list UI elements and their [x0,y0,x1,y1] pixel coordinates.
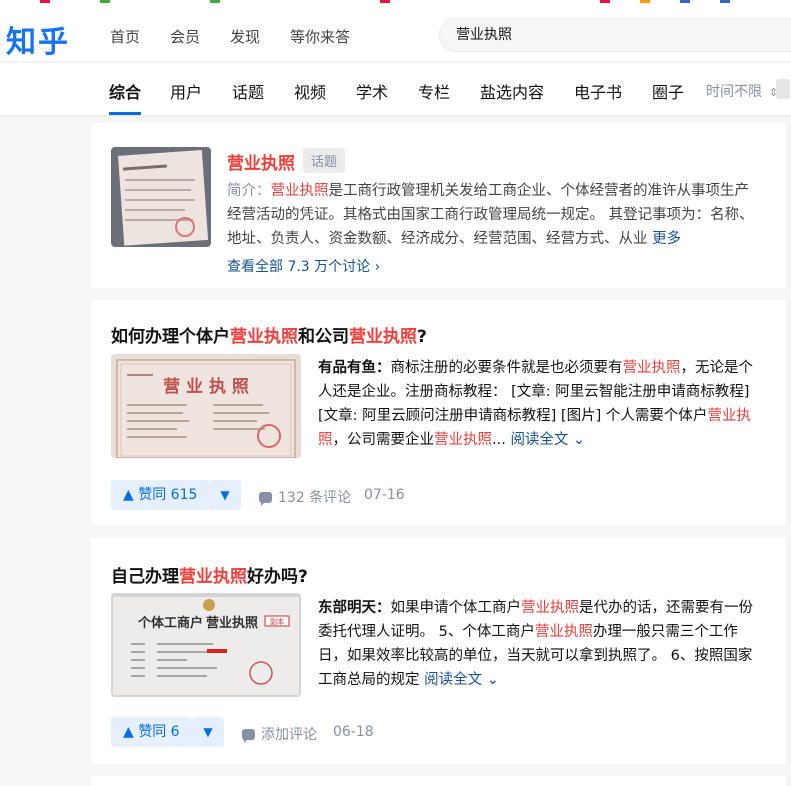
read-all-label: 阅读全文 [510,432,569,448]
excerpt-part: 如果申请个体工商户 [390,600,522,616]
next-result-card [91,776,786,786]
desc-highlight: 营业执照 [270,183,329,199]
triangle-down-icon: ▼ [220,488,230,502]
image-caption: 营业执照 [206,615,258,631]
read-all-label: 阅读全文 [424,672,483,688]
nav-home[interactable]: 首页 [110,26,140,47]
author-name[interactable]: 有品有鱼： [318,360,391,376]
answer-card: 自己办理营业执照好办吗? 个体工商户 营业执照 副本 东部明天：如果申请个体工商… [91,538,786,764]
tab-users[interactable]: 用户 [170,79,202,103]
answer-date: 07-16 [364,487,405,503]
image-caption: 营 业 执 照 [163,376,249,397]
image-caption-prefix: 个体工商户 [137,615,203,631]
add-comment-button[interactable]: 添加评论 [242,724,317,744]
downvote-button[interactable]: ▼ [209,480,241,510]
topic-title[interactable]: 营业执照 [227,149,295,174]
tab-scroll-handle[interactable] [776,79,790,99]
tab-topics[interactable]: 话题 [232,79,264,103]
triangle-up-icon: ▲ [123,724,134,740]
answer-excerpt: 东部明天：如果申请个体工商户营业执照是代办的话，还需要有一份委托代理人证明。 5… [318,596,766,692]
tab-columns[interactable]: 专栏 [418,79,450,103]
question-title[interactable]: 如何办理个体户营业执照和公司营业执照? [111,322,427,347]
topic-badge: 话题 [303,148,346,173]
search-tabs: 综合 用户 话题 视频 学术 专栏 盐选内容 电子书 圈子 时间不限 ⇕ [0,63,791,115]
comment-button[interactable]: 132 条评论 [259,487,351,507]
read-all-link[interactable]: 阅读全文 ⌄ [424,672,499,688]
excerpt-highlight: 营业执照 [622,360,681,376]
upvote-label: 赞同 615 [138,487,198,503]
search-box [439,18,791,52]
tab-ebooks[interactable]: 电子书 [574,79,622,103]
triangle-down-icon: ▼ [203,725,213,739]
title-part: ? [417,327,427,347]
upvote-button[interactable]: ▲ 赞同 6 [111,717,192,747]
chevron-right-icon: › [374,259,381,275]
desc-prefix: 简介： [227,183,271,199]
read-all-link[interactable]: 阅读全文 ⌄ [510,432,585,448]
topic-card: 营业执照 话题 简介：营业执照是工商行政管理机关发给工商企业、个体经营者的准许从… [91,123,786,288]
answer-excerpt: 有品有鱼：商标注册的必要条件就是也必须要有营业执照，无论是个人还是企业。注册商标… [318,356,766,452]
main-nav: 首页 会员 发现 等你来答 [110,26,380,47]
comment-label: 132 条评论 [278,490,352,506]
tab-salt-content[interactable]: 盐选内容 [480,79,544,103]
title-part: 和公司 [298,327,349,347]
answer-date: 06-18 [333,724,374,740]
top-header: 知乎 首页 会员 发现 等你来答 [0,6,791,62]
chevron-down-icon: ⌄ [573,432,586,448]
title-part: 如何办理个体户 [111,327,230,347]
triangle-up-icon: ▲ [123,487,134,503]
author-name[interactable]: 东部明天： [318,600,391,616]
title-part-highlight: 营业执照 [179,567,247,587]
excerpt-highlight: 营业执照 [434,432,492,448]
answer-license-image[interactable]: 个体工商户 营业执照 副本 [111,593,301,697]
nav-waiting-answers[interactable]: 等你来答 [290,26,350,47]
comment-bubble-icon [259,492,272,506]
excerpt-highlight: 营业执照 [534,624,593,640]
topic-license-image[interactable] [111,147,211,247]
tab-comprehensive[interactable]: 综合 [109,79,142,115]
answer-license-image[interactable]: 营 业 执 照 [111,354,301,458]
tab-academic[interactable]: 学术 [356,79,388,103]
downvote-button[interactable]: ▼ [192,717,224,747]
excerpt-part: ，公司需要企业 [332,432,435,448]
zhihu-logo[interactable]: 知乎 [6,17,70,61]
time-filter-label: 时间不限 [706,84,762,100]
time-filter-dropdown[interactable]: 时间不限 ⇕ [706,81,778,101]
nav-vip[interactable]: 会员 [170,26,200,47]
view-all-discussions-link[interactable]: 查看全部 7.3 万个讨论 › [227,256,380,276]
tab-circles[interactable]: 圈子 [652,79,684,103]
topic-description: 简介：营业执照是工商行政管理机关发给工商企业、个体经营者的准许从事项生产经营活动… [227,179,763,251]
comment-bubble-icon [242,729,255,743]
topic-more-link[interactable]: 更多 [652,231,681,247]
image-stamp: 副本 [270,617,284,626]
title-part-highlight: 营业执照 [230,327,298,347]
nav-discover[interactable]: 发现 [230,26,260,47]
title-part: 自己办理 [111,567,179,587]
title-part: 好办吗? [247,567,308,587]
search-input[interactable] [456,26,756,42]
comment-label: 添加评论 [261,727,317,743]
title-part-highlight: 营业执照 [349,327,417,347]
excerpt-part: 商标注册的必要条件就是也必须要有 [390,360,623,376]
upvote-button[interactable]: ▲ 赞同 615 [111,480,210,510]
view-all-label: 查看全部 7.3 万个讨论 [227,259,371,275]
question-title[interactable]: 自己办理营业执照好办吗? [111,562,308,587]
excerpt-part: ... [492,432,506,448]
tab-videos[interactable]: 视频 [294,79,326,103]
chevron-down-icon: ⌄ [486,672,499,688]
excerpt-highlight: 营业执照 [521,600,579,616]
upvote-label: 赞同 6 [138,724,180,740]
answer-card: 如何办理个体户营业执照和公司营业执照? 营 业 执 照 有品有鱼：商标注册的必要… [91,300,786,525]
